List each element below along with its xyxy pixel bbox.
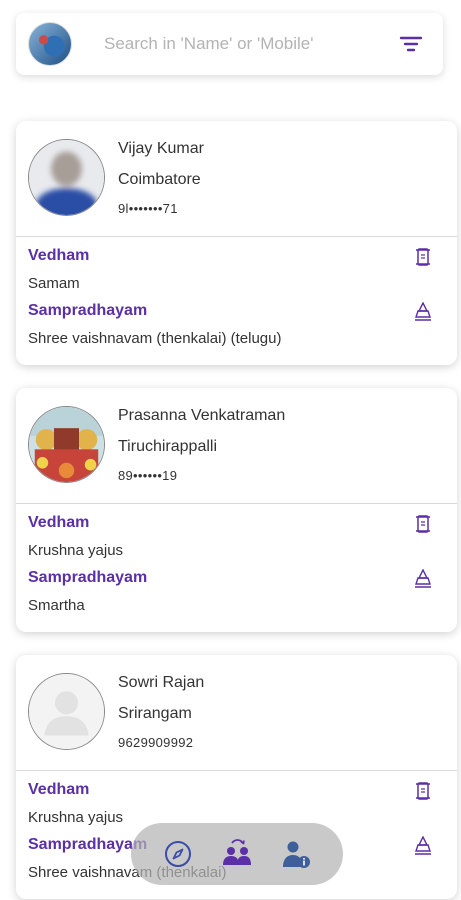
vedham-value: Krushna yajus	[28, 542, 124, 559]
blurred-photo-icon	[29, 140, 104, 215]
bottom-nav	[131, 823, 343, 885]
profile-card-details: Vedham Krushna yajus Sampradhayam Smarth…	[16, 504, 457, 632]
scroll-icon	[416, 515, 430, 533]
profile-card[interactable]: Prasanna Venkatraman Tiruchirappalli 89•…	[16, 388, 457, 632]
search-input[interactable]	[104, 34, 397, 54]
scroll-icon	[416, 782, 430, 800]
nav-connections[interactable]	[217, 834, 257, 874]
matrimony-search-screen: Vijay Kumar Coimbatore 9l•••••••71 Vedha…	[0, 0, 461, 900]
vedham-label: Vedham	[28, 514, 90, 531]
scroll-icon	[416, 248, 430, 266]
search-bar	[16, 13, 443, 75]
profile-city: Tiruchirappalli	[118, 438, 217, 455]
colorful-photo-icon	[29, 407, 104, 482]
profile-card[interactable]: Vijay Kumar Coimbatore 9l•••••••71 Vedha…	[16, 121, 457, 365]
default-avatar-icon	[29, 674, 104, 749]
profile-card-header: Prasanna Venkatraman Tiruchirappalli 89•…	[16, 388, 457, 504]
profile-phone: 9l•••••••71	[118, 201, 178, 216]
profile-card-header: Vijay Kumar Coimbatore 9l•••••••71	[16, 121, 457, 237]
nav-profile-info[interactable]	[276, 834, 316, 874]
profile-name: Prasanna Venkatraman	[118, 407, 286, 424]
profile-phone: 89••••••19	[118, 468, 178, 483]
profile-card-details: Vedham Samam Sampradhayam Shree vaishnav…	[16, 237, 457, 365]
temple-icon	[415, 836, 431, 855]
sampradhayam-label: Sampradhayam	[28, 836, 148, 853]
profile-phone: 9629909992	[118, 735, 194, 750]
profile-avatar	[28, 139, 105, 216]
temple-icon	[415, 302, 431, 321]
profile-name: Vijay Kumar	[118, 140, 204, 157]
sampradhayam-value: Smartha	[28, 597, 85, 614]
vedham-label: Vedham	[28, 247, 90, 264]
profile-city: Srirangam	[118, 705, 192, 722]
sampradhayam-label: Sampradhayam	[28, 302, 148, 319]
profile-name: Sowri Rajan	[118, 674, 205, 691]
compass-icon	[165, 841, 192, 867]
profile-card-header: Sowri Rajan Srirangam 9629909992	[16, 655, 457, 771]
sampradhayam-label: Sampradhayam	[28, 569, 148, 586]
profile-city: Coimbatore	[118, 171, 201, 188]
profile-avatar	[28, 406, 105, 483]
temple-icon	[415, 569, 431, 588]
person-info-icon	[282, 841, 310, 868]
sampradhayam-value: Shree vaishnavam (thenkalai) (telugu)	[28, 330, 282, 347]
vedham-value: Krushna yajus	[28, 809, 124, 826]
vedham-value: Samam	[28, 275, 80, 292]
vedham-label: Vedham	[28, 781, 90, 798]
profile-avatar	[28, 673, 105, 750]
nav-explore[interactable]	[158, 834, 198, 874]
filter-icon[interactable]	[397, 30, 425, 58]
user-avatar[interactable]	[28, 22, 72, 66]
people-swap-icon	[222, 839, 251, 865]
